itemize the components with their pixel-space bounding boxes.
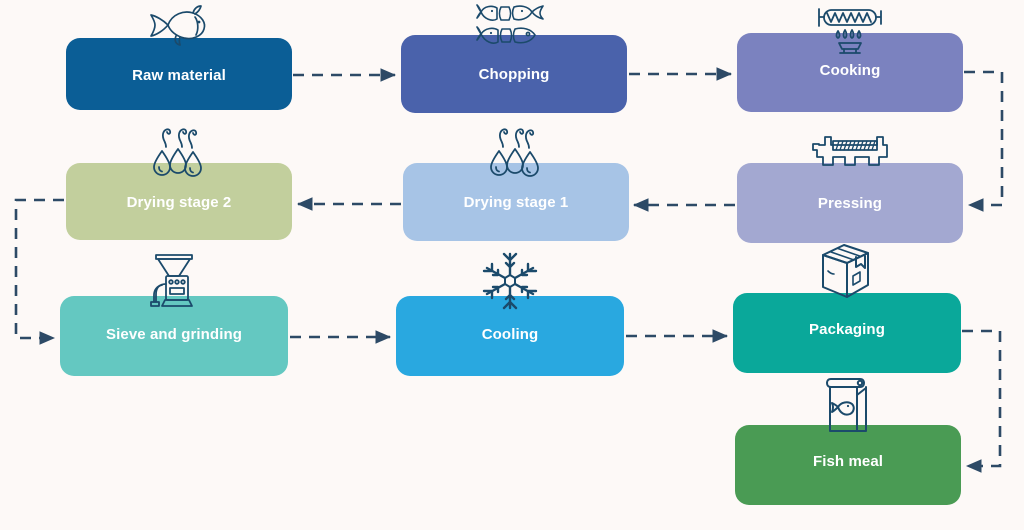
node-label-pressing: Pressing — [817, 195, 883, 212]
water-droplets-icon — [142, 123, 216, 179]
node-cooling[interactable]: Cooling — [396, 252, 624, 376]
snowflake-icon — [480, 250, 540, 312]
node-drying-stage-2[interactable]: Drying stage 2 — [66, 128, 292, 240]
node-raw-material[interactable]: Raw material — [66, 5, 292, 110]
arrow-cooking-to-pressing — [964, 70, 1004, 212]
node-label-sieve-and-grinding: Sieve and grinding — [106, 326, 242, 343]
node-label-cooling: Cooling — [481, 326, 539, 343]
node-chopping[interactable]: Chopping — [401, 4, 627, 113]
water-droplets-icon — [479, 123, 553, 179]
node-cooking[interactable]: Cooking — [737, 8, 963, 112]
process-flow-diagram: Raw material Chopping Cooking Drying sta… — [0, 0, 1024, 530]
node-label-raw-material: Raw material — [132, 67, 226, 84]
node-drying-stage-1[interactable]: Drying stage 1 — [403, 128, 629, 241]
arrow-drying-stage-2-to-sieve-and-grinding — [14, 198, 64, 345]
chopped-fish-icon — [476, 1, 552, 49]
node-label-drying-stage-2: Drying stage 2 — [126, 194, 232, 211]
node-pressing[interactable]: Pressing — [737, 136, 963, 243]
cooker-burner-icon — [814, 7, 886, 59]
node-label-fish-meal: Fish meal — [812, 453, 884, 470]
node-label-cooking: Cooking — [819, 62, 881, 79]
node-label-chopping: Chopping — [478, 66, 550, 83]
node-sieve-and-grinding[interactable]: Sieve and grinding — [60, 254, 288, 376]
screw-press-icon — [809, 133, 891, 173]
node-label-drying-stage-1: Drying stage 1 — [463, 194, 569, 211]
fish-meal-bag-icon — [821, 375, 875, 441]
fish-icon — [146, 4, 212, 46]
box-icon — [814, 243, 880, 309]
node-label-packaging: Packaging — [809, 321, 885, 338]
arrow-packaging-to-fish-meal — [962, 329, 1002, 473]
grinder-icon — [142, 252, 206, 312]
node-fish-meal[interactable]: Fish meal — [735, 378, 961, 505]
node-packaging[interactable]: Packaging — [733, 244, 961, 373]
